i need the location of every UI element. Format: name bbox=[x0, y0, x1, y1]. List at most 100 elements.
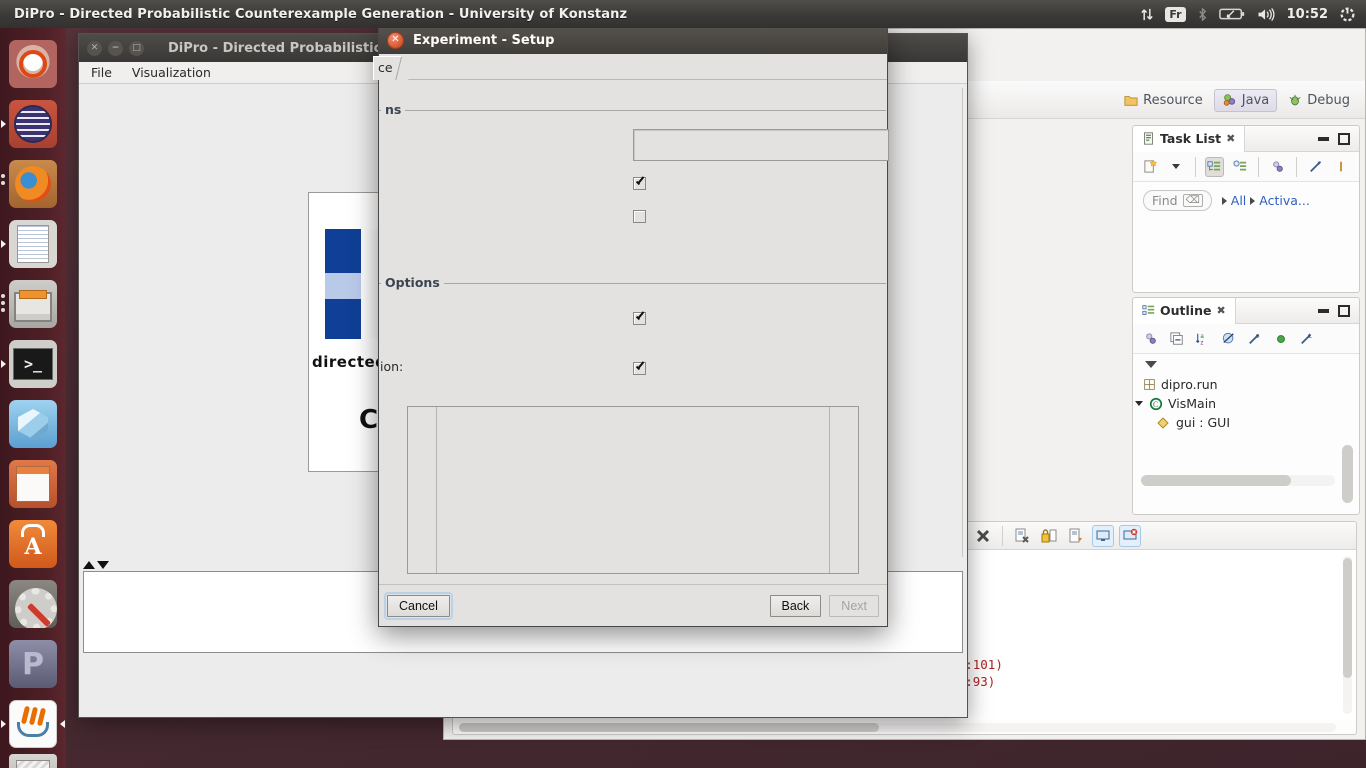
more-icon[interactable] bbox=[1332, 157, 1351, 177]
focus-icon[interactable] bbox=[1268, 157, 1287, 177]
system-settings-icon bbox=[9, 580, 57, 628]
launcher-item-prism[interactable] bbox=[0, 634, 66, 694]
keyboard-layout-indicator[interactable]: Fr bbox=[1165, 7, 1185, 22]
close-console-icon[interactable] bbox=[1119, 525, 1141, 547]
perspective-java-label: Java bbox=[1242, 93, 1269, 108]
clear-icon[interactable]: ⌫ bbox=[1183, 194, 1203, 207]
listbox-column-divider-2 bbox=[829, 407, 830, 573]
outline-view: Outline ✖ az bbox=[1132, 297, 1360, 515]
task-list-minimize-icon[interactable] bbox=[1318, 137, 1329, 141]
launcher-item-eclipse[interactable] bbox=[0, 94, 66, 154]
new-task-icon[interactable] bbox=[1141, 157, 1160, 177]
tab-task-list[interactable]: Task List ✖ bbox=[1133, 126, 1245, 152]
outline-hscroll-thumb[interactable] bbox=[1141, 475, 1291, 486]
outline-row-field[interactable]: gui : GUI bbox=[1133, 413, 1359, 432]
outline-maximize-icon[interactable] bbox=[1338, 305, 1350, 317]
scroll-up-arrow-icon[interactable] bbox=[83, 561, 95, 569]
gear-power-icon[interactable] bbox=[1339, 6, 1356, 23]
launcher-item-trash[interactable] bbox=[0, 754, 66, 768]
checkbox-1[interactable] bbox=[633, 177, 646, 190]
filter-icon[interactable] bbox=[1306, 157, 1325, 177]
task-list-close-icon[interactable]: ✖ bbox=[1226, 132, 1235, 145]
launcher-item-firefox[interactable] bbox=[0, 154, 66, 214]
outline-tree[interactable]: dipro.run C VisMain gui : GUI bbox=[1133, 375, 1359, 432]
expand-arrow-icon[interactable] bbox=[1135, 401, 1143, 406]
display-console-icon[interactable] bbox=[1092, 525, 1114, 547]
close-icon[interactable]: ✕ bbox=[387, 32, 404, 49]
categorized-view-icon[interactable] bbox=[1205, 157, 1224, 177]
cancel-button[interactable]: Cancel bbox=[387, 595, 450, 617]
checkbox-2[interactable] bbox=[633, 210, 646, 223]
task-list-maximize-icon[interactable] bbox=[1338, 133, 1350, 145]
hide-fields-icon[interactable] bbox=[1271, 329, 1291, 349]
clock[interactable]: 10:52 bbox=[1287, 7, 1328, 22]
launcher-item-virtualbox[interactable] bbox=[0, 394, 66, 454]
hide-non-public-icon[interactable] bbox=[1219, 329, 1239, 349]
console-horizontal-scrollbar[interactable] bbox=[459, 723, 1336, 732]
perspective-java[interactable]: Java bbox=[1214, 89, 1277, 112]
preset-all[interactable]: All bbox=[1231, 193, 1247, 208]
launcher-item-terminal[interactable] bbox=[0, 334, 66, 394]
outline-horizontal-scrollbar[interactable] bbox=[1141, 475, 1335, 486]
bluetooth-icon[interactable] bbox=[1197, 7, 1208, 22]
dialog-listbox[interactable] bbox=[407, 406, 859, 574]
outline-tabbar: Outline ✖ bbox=[1133, 298, 1359, 324]
outline-close-icon[interactable]: ✖ bbox=[1216, 304, 1225, 317]
find-input[interactable]: Find ⌫ bbox=[1143, 190, 1212, 211]
perspective-resource[interactable]: Resource bbox=[1117, 90, 1210, 111]
dipro-close-icon[interactable]: ✕ bbox=[87, 41, 102, 56]
volume-icon[interactable] bbox=[1256, 7, 1276, 22]
terminate-icon[interactable] bbox=[972, 525, 994, 547]
outline-vscroll-thumb[interactable] bbox=[1342, 445, 1353, 503]
launcher-item-text-editor[interactable] bbox=[0, 214, 66, 274]
launcher-item-java-app[interactable] bbox=[0, 694, 66, 754]
remove-launch-icon[interactable] bbox=[1011, 525, 1033, 547]
dialog-titlebar[interactable]: ✕ Experiment - Setup bbox=[379, 26, 887, 54]
dialog-tab[interactable]: ce bbox=[373, 56, 401, 80]
task-list-icon bbox=[1142, 132, 1155, 145]
sort-az-icon[interactable]: az bbox=[1193, 329, 1213, 349]
lock-scroll-icon[interactable] bbox=[1038, 525, 1060, 547]
dropdown-arrow-icon[interactable] bbox=[1166, 157, 1185, 177]
outline-minimize-icon[interactable] bbox=[1318, 309, 1329, 313]
network-up-down-icon[interactable] bbox=[1140, 7, 1154, 22]
outline-label-package: dipro.run bbox=[1161, 377, 1218, 392]
perspective-debug[interactable]: Debug bbox=[1281, 90, 1357, 111]
launcher-item-impress[interactable] bbox=[0, 454, 66, 514]
scroll-down-arrow-icon[interactable] bbox=[97, 561, 109, 569]
launcher-item-system-settings[interactable] bbox=[0, 574, 66, 634]
check-mark-icon-3 bbox=[634, 363, 645, 374]
text-field[interactable] bbox=[633, 129, 889, 161]
clear-console-icon[interactable] bbox=[1065, 525, 1087, 547]
back-button[interactable]: Back bbox=[770, 595, 822, 617]
launcher-item-files[interactable] bbox=[0, 274, 66, 334]
outline-row-package[interactable]: dipro.run bbox=[1133, 375, 1359, 394]
hide-local-icon[interactable]: L bbox=[1297, 329, 1317, 349]
menu-visualization[interactable]: Visualization bbox=[132, 65, 211, 80]
collapse-all-icon[interactable] bbox=[1167, 329, 1187, 349]
option-checkbox-1[interactable] bbox=[633, 312, 646, 325]
unity-launcher bbox=[0, 28, 66, 768]
battery-icon[interactable] bbox=[1219, 7, 1245, 21]
tl-sep-3 bbox=[1296, 157, 1297, 177]
group-ns: ns bbox=[379, 110, 886, 260]
focus-active-task-icon[interactable] bbox=[1141, 329, 1161, 349]
option-checkbox-2[interactable] bbox=[633, 362, 646, 375]
hide-static-icon[interactable]: s bbox=[1245, 329, 1265, 349]
launcher-item-software-center[interactable] bbox=[0, 514, 66, 574]
outline-row-class[interactable]: C VisMain bbox=[1133, 394, 1359, 413]
dipro-maximize-icon[interactable]: □ bbox=[129, 41, 144, 56]
console-vscroll-thumb[interactable] bbox=[1343, 558, 1352, 678]
chevron-right-icon bbox=[1222, 197, 1227, 205]
outline-chevron-down-icon[interactable] bbox=[1145, 361, 1157, 368]
tab-outline[interactable]: Outline ✖ bbox=[1133, 298, 1236, 324]
launcher-item-dash-home[interactable] bbox=[0, 34, 66, 94]
scheduled-view-icon[interactable] bbox=[1230, 157, 1249, 177]
preset-activated[interactable]: Activa... bbox=[1259, 193, 1310, 208]
menu-file[interactable]: File bbox=[91, 65, 112, 80]
dipro-minimize-icon[interactable]: − bbox=[108, 41, 123, 56]
console-vertical-scrollbar[interactable] bbox=[1343, 556, 1352, 714]
group-options: Options ion: bbox=[379, 283, 886, 395]
console-hscroll-thumb[interactable] bbox=[459, 723, 879, 732]
dialog-button-bar: Cancel Back Next bbox=[379, 584, 887, 626]
